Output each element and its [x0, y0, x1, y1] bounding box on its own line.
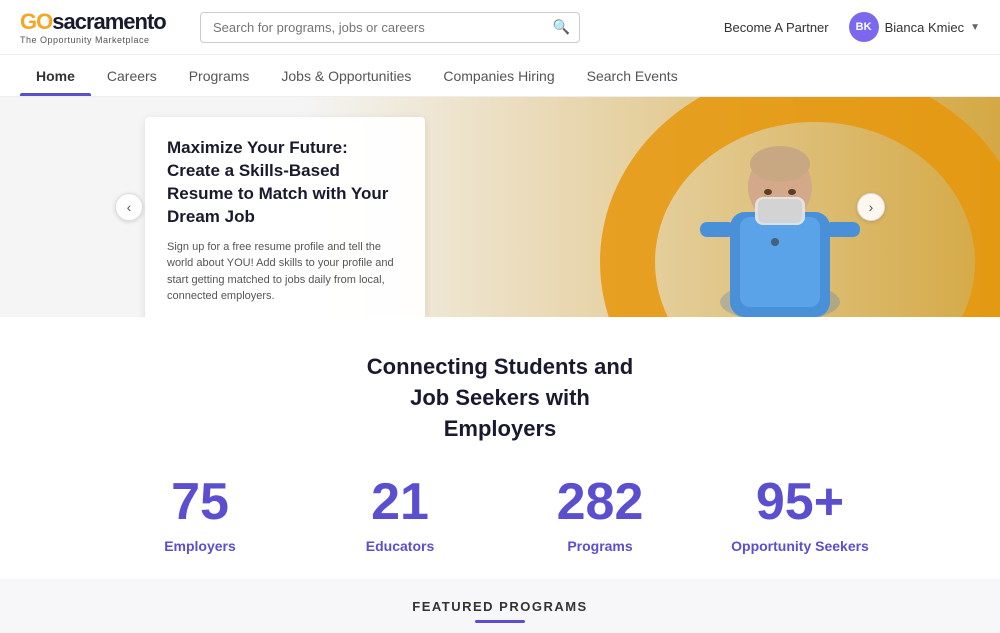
nav-item-home[interactable]: Home: [20, 56, 91, 96]
search-icon: 🔍: [553, 19, 570, 36]
featured-title: FEATURED PROGRAMS: [20, 599, 980, 614]
user-menu[interactable]: BK Bianca Kmiec ▼: [849, 12, 980, 42]
stat-employers-label: Employers: [100, 538, 300, 554]
header-right: Become A Partner BK Bianca Kmiec ▼: [724, 12, 980, 42]
stat-educators: 21 Educators: [300, 474, 500, 553]
stat-employers-number: 75: [100, 474, 300, 531]
hero-description: Sign up for a free resume profile and te…: [167, 239, 403, 305]
stat-opportunity-seekers: 95+ Opportunity Seekers: [700, 474, 900, 553]
hero-title: Maximize Your Future: Create a Skills-Ba…: [167, 137, 403, 229]
logo[interactable]: GOsacramento The Opportunity Marketplace: [20, 9, 170, 45]
navigation: Home Careers Programs Jobs & Opportuniti…: [0, 55, 1000, 97]
stat-programs-number: 282: [500, 474, 700, 531]
stats-headline: Connecting Students andJob Seekers withE…: [20, 352, 980, 444]
logo-text: GOsacramento: [20, 9, 170, 35]
stats-row: 75 Employers 21 Educators 282 Programs 9…: [20, 474, 980, 553]
become-partner-link[interactable]: Become A Partner: [724, 20, 829, 35]
nav-item-companies[interactable]: Companies Hiring: [427, 56, 570, 96]
nav-item-careers[interactable]: Careers: [91, 56, 173, 96]
person-svg: [690, 102, 870, 317]
avatar: BK: [849, 12, 879, 42]
stat-educators-label: Educators: [300, 538, 500, 554]
hero-content-box: Maximize Your Future: Create a Skills-Ba…: [145, 117, 425, 317]
stat-seekers-number: 95+: [700, 474, 900, 531]
carousel-next-button[interactable]: ›: [857, 193, 885, 221]
nav-item-programs[interactable]: Programs: [173, 56, 266, 96]
stats-section: Connecting Students andJob Seekers withE…: [0, 317, 1000, 579]
carousel-prev-button[interactable]: ‹: [115, 193, 143, 221]
nav-item-events[interactable]: Search Events: [571, 56, 694, 96]
search-input[interactable]: [200, 12, 580, 43]
logo-subtitle: The Opportunity Marketplace: [20, 35, 170, 45]
hero-image: [680, 97, 880, 317]
featured-underline: [475, 620, 525, 623]
search-bar: 🔍: [200, 12, 580, 43]
stat-employers: 75 Employers: [100, 474, 300, 553]
stat-programs-label: Programs: [500, 538, 700, 554]
chevron-down-icon: ▼: [970, 22, 980, 33]
featured-programs-section: FEATURED PROGRAMS: [0, 579, 1000, 633]
user-name: Bianca Kmiec: [885, 20, 964, 35]
nav-item-jobs[interactable]: Jobs & Opportunities: [265, 56, 427, 96]
stat-seekers-label: Opportunity Seekers: [700, 538, 900, 554]
stat-programs: 282 Programs: [500, 474, 700, 553]
header: GOsacramento The Opportunity Marketplace…: [0, 0, 1000, 55]
stat-educators-number: 21: [300, 474, 500, 531]
hero-carousel: Maximize Your Future: Create a Skills-Ba…: [0, 97, 1000, 317]
